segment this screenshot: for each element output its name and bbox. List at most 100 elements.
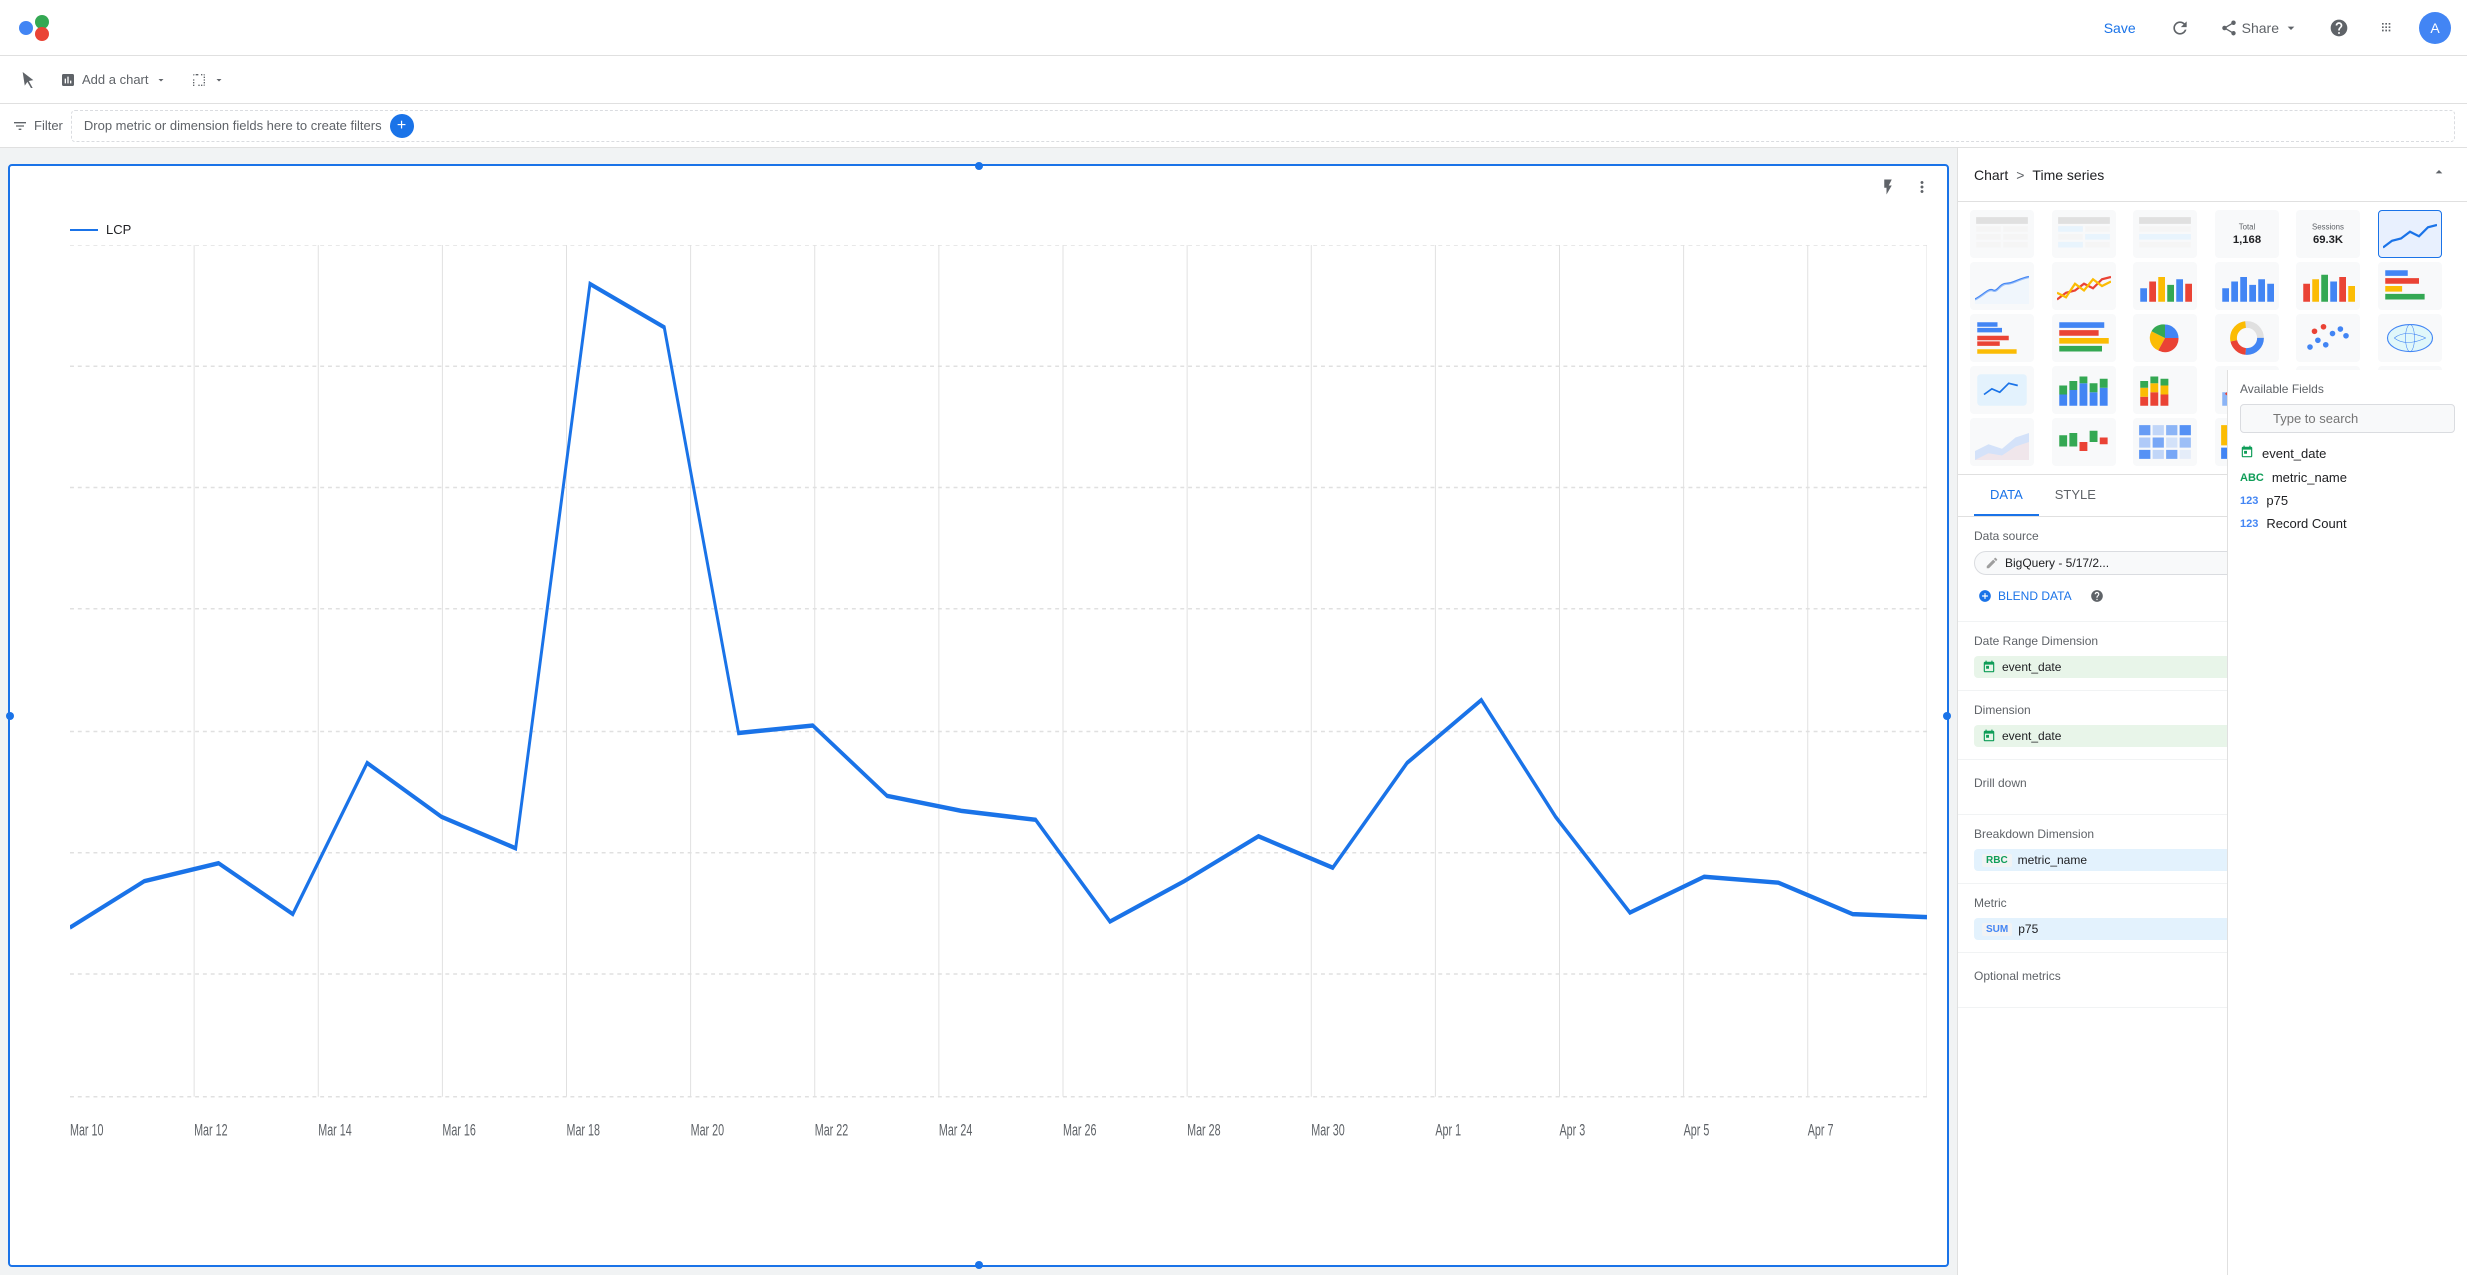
svg-text:Mar 10: Mar 10 bbox=[70, 1120, 104, 1139]
field-name-metric-name: metric_name bbox=[2272, 470, 2347, 485]
svg-text:1,168: 1,168 bbox=[2232, 234, 2260, 246]
svg-text:Mar 30: Mar 30 bbox=[1311, 1120, 1345, 1139]
chart-legend: LCP bbox=[70, 222, 1927, 237]
chart-type-stacked[interactable] bbox=[2052, 366, 2116, 414]
toolbar: Add a chart bbox=[0, 56, 2467, 104]
add-chart-button[interactable]: Add a chart bbox=[52, 66, 175, 94]
chart-type-scorecard1[interactable]: Total 1,168 bbox=[2215, 210, 2279, 258]
field-name-event-date: event_date bbox=[2262, 446, 2326, 461]
panel-title: Chart > Time series bbox=[1974, 167, 2104, 183]
svg-text:Sessions: Sessions bbox=[2312, 223, 2344, 232]
canvas-area: LCP bbox=[0, 148, 1957, 1275]
chart-type-hbar[interactable] bbox=[2378, 262, 2442, 310]
chart-type-smooth[interactable] bbox=[1970, 262, 2034, 310]
svg-text:Mar 16: Mar 16 bbox=[442, 1120, 476, 1139]
calendar-icon bbox=[1982, 660, 1996, 674]
chart-type-stacked2[interactable] bbox=[2133, 366, 2197, 414]
chart-type-pie[interactable] bbox=[2133, 314, 2197, 362]
search-field-input[interactable] bbox=[2240, 404, 2455, 433]
drill-down-label: Drill down bbox=[1974, 776, 2027, 790]
share-button[interactable]: Share bbox=[2212, 13, 2307, 43]
nav-right: Save Share A bbox=[2092, 12, 2451, 44]
resize-handle-top[interactable] bbox=[975, 162, 983, 170]
tab-data[interactable]: DATA bbox=[1974, 475, 2039, 516]
chart-type-scorecard2[interactable]: Sessions 69.3K bbox=[2296, 210, 2360, 258]
help-button[interactable] bbox=[2323, 12, 2355, 44]
svg-text:Mar 14: Mar 14 bbox=[318, 1120, 352, 1139]
avatar[interactable]: A bbox=[2419, 12, 2451, 44]
field-123-icon2: 123 bbox=[2240, 518, 2258, 530]
optional-metrics-label: Optional metrics bbox=[1974, 969, 2061, 983]
field-calendar-icon bbox=[2240, 445, 2254, 462]
metric-type-badge: SUM bbox=[1982, 923, 2012, 936]
add-control-icon bbox=[191, 72, 207, 88]
apps-button[interactable] bbox=[2371, 12, 2403, 44]
blend-help-button[interactable] bbox=[2084, 583, 2110, 609]
chart-type-bar3[interactable] bbox=[2296, 262, 2360, 310]
breadcrumb-chart: Chart bbox=[1974, 167, 2008, 183]
chart-type-table3[interactable] bbox=[2133, 210, 2197, 258]
chart-type-table[interactable] bbox=[1970, 210, 2034, 258]
add-control-button[interactable] bbox=[183, 66, 233, 94]
legend-line bbox=[70, 229, 98, 231]
add-filter-button[interactable]: + bbox=[390, 114, 414, 138]
filter-bar: Filter Drop metric or dimension fields h… bbox=[0, 104, 2467, 148]
chart-type-hbar2[interactable] bbox=[1970, 314, 2034, 362]
right-panel: Chart > Time series Total 1,168 bbox=[1957, 148, 2467, 1275]
chart-type-bar2[interactable] bbox=[2215, 262, 2279, 310]
chart-type-heatmap[interactable] bbox=[2133, 418, 2197, 466]
field-record-count[interactable]: 123 Record Count bbox=[2240, 512, 2455, 535]
panel-header: Chart > Time series bbox=[1958, 148, 2467, 202]
search-field-wrap bbox=[2240, 404, 2455, 433]
field-abc-icon: ABC bbox=[2240, 472, 2264, 484]
chart-type-label: Time series bbox=[2032, 167, 2104, 183]
blend-data-button[interactable]: BLEND DATA bbox=[1974, 585, 2076, 607]
chart-type-geo[interactable] bbox=[2378, 314, 2442, 362]
blend-data-label: BLEND DATA bbox=[1998, 589, 2072, 603]
chart-type-geo2[interactable] bbox=[1970, 366, 2034, 414]
svg-text:Apr 3: Apr 3 bbox=[1560, 1120, 1586, 1139]
field-123-icon: 123 bbox=[2240, 495, 2258, 507]
field-event-date[interactable]: event_date bbox=[2240, 441, 2455, 466]
edit-icon bbox=[1985, 556, 1999, 570]
filter-drop-area[interactable]: Drop metric or dimension fields here to … bbox=[71, 110, 2455, 142]
add-chart-label: Add a chart bbox=[82, 72, 149, 87]
share-label: Share bbox=[2242, 20, 2279, 36]
field-metric-name[interactable]: ABC metric_name bbox=[2240, 466, 2455, 489]
refresh-button[interactable] bbox=[2164, 12, 2196, 44]
metric-field-label: p75 bbox=[2018, 922, 2038, 936]
tab-style[interactable]: STYLE bbox=[2039, 475, 2112, 516]
chart-type-scatter[interactable] bbox=[2296, 314, 2360, 362]
panel-collapse-button[interactable] bbox=[2427, 160, 2451, 189]
chart-type-donut[interactable] bbox=[2215, 314, 2279, 362]
chart-type-area3[interactable] bbox=[1970, 418, 2034, 466]
save-button[interactable]: Save bbox=[2092, 14, 2148, 42]
add-control-dropdown-icon bbox=[213, 74, 225, 86]
field-p75[interactable]: 123 p75 bbox=[2240, 489, 2455, 512]
chart-type-bar[interactable] bbox=[2133, 262, 2197, 310]
svg-text:Apr 7: Apr 7 bbox=[1808, 1120, 1834, 1139]
svg-text:Mar 18: Mar 18 bbox=[567, 1120, 601, 1139]
chart-menu-button[interactable] bbox=[1909, 174, 1935, 205]
chart-svg: 4K 3.8K 3.6K 3.4K 3.2K 3K 2.8K 2.6K Mar … bbox=[70, 245, 1927, 1218]
svg-text:Apr 1: Apr 1 bbox=[1435, 1120, 1461, 1139]
chart-flash-button[interactable] bbox=[1875, 174, 1901, 205]
chart-content: LCP bbox=[10, 206, 1947, 1265]
chart-container: LCP bbox=[8, 164, 1949, 1267]
date-range-field-label: event_date bbox=[2002, 660, 2061, 674]
filter-text: Filter bbox=[34, 118, 63, 133]
svg-text:Mar 26: Mar 26 bbox=[1063, 1120, 1097, 1139]
chart-type-waterfall[interactable] bbox=[2052, 418, 2116, 466]
chart-type-hbar3[interactable] bbox=[2052, 314, 2116, 362]
field-name-p75: p75 bbox=[2266, 493, 2288, 508]
calendar-dimension-icon bbox=[1982, 729, 1996, 743]
add-chart-dropdown-icon bbox=[155, 74, 167, 86]
select-tool-button[interactable] bbox=[12, 66, 44, 94]
svg-text:Mar 12: Mar 12 bbox=[194, 1120, 228, 1139]
add-circle-icon bbox=[1978, 589, 1992, 603]
svg-text:Total: Total bbox=[2238, 223, 2255, 232]
chart-type-table2[interactable] bbox=[2052, 210, 2116, 258]
chart-type-time-series[interactable] bbox=[2378, 210, 2442, 258]
svg-text:69.3K: 69.3K bbox=[2313, 234, 2344, 246]
chart-type-line[interactable] bbox=[2052, 262, 2116, 310]
